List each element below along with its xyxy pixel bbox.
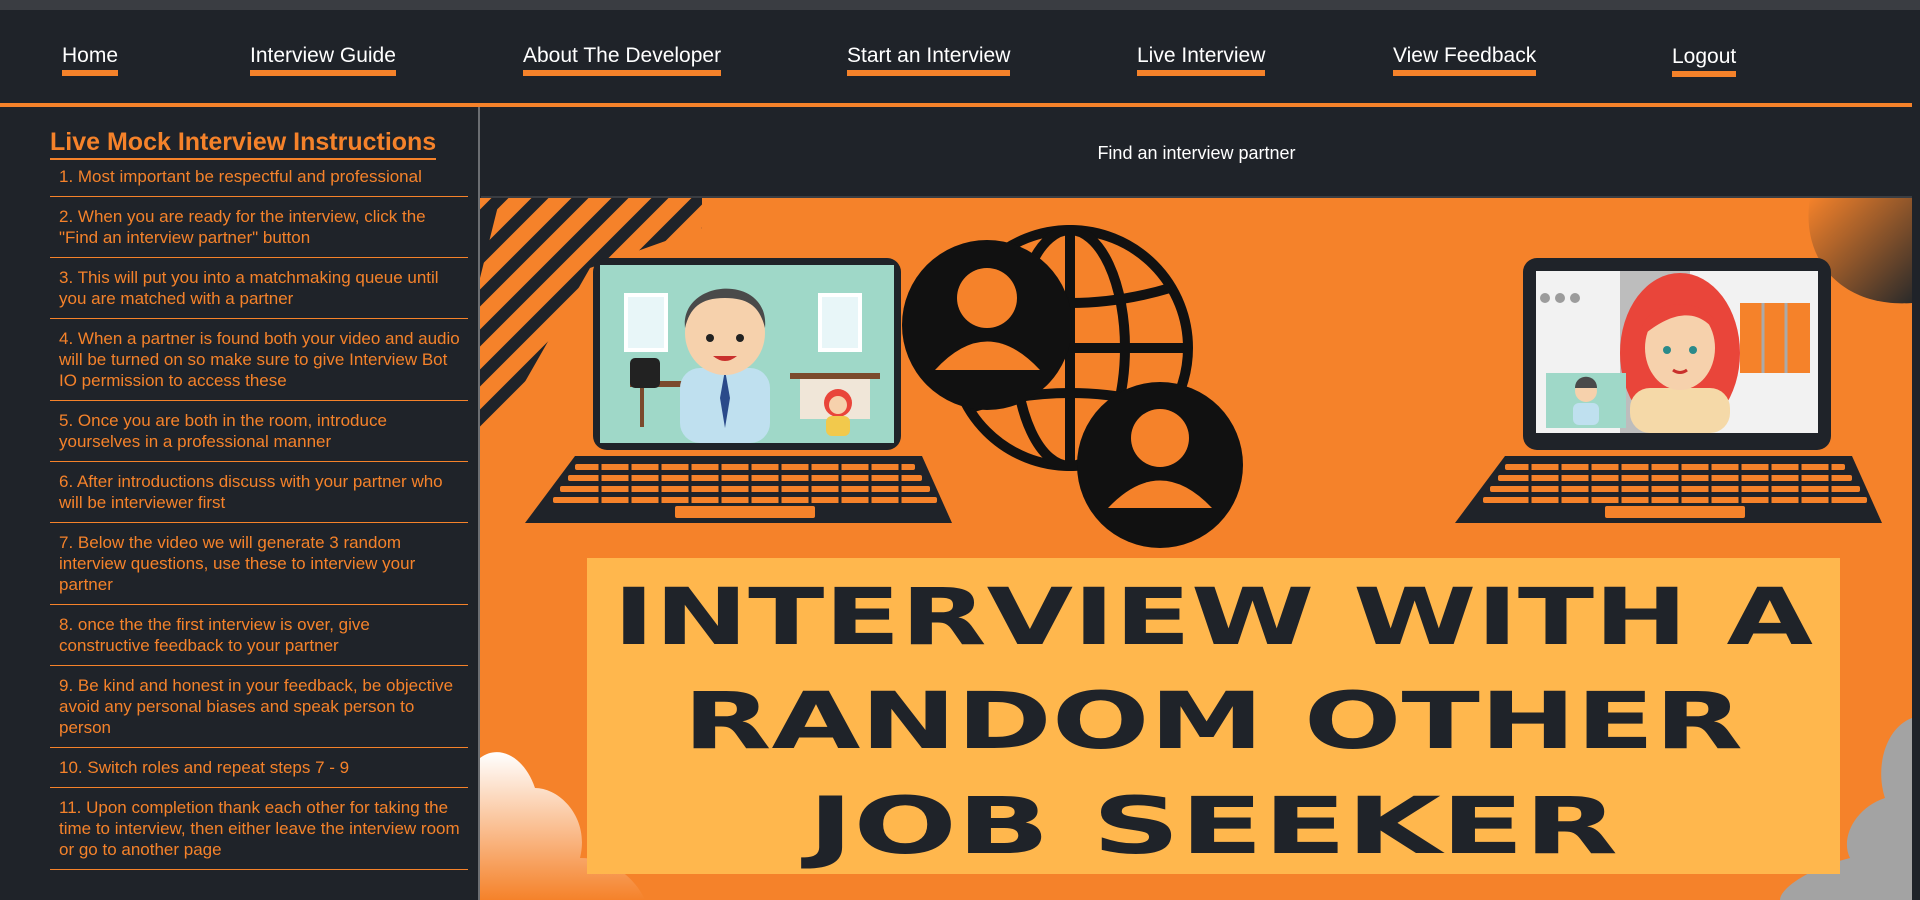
instruction-step: 7. Below the video we will generate 3 ra… <box>50 523 468 605</box>
instruction-step: 4. When a partner is found both your vid… <box>50 319 468 401</box>
nav-logout-link[interactable]: Logout <box>1672 45 1737 77</box>
find-partner-button[interactable]: Find an interview partner <box>481 110 1912 196</box>
nav-start-interview-link[interactable]: Start an Interview <box>847 44 1011 76</box>
right-edge <box>1912 10 1920 900</box>
instruction-step: 10. Switch roles and repeat steps 7 - 9 <box>50 748 468 788</box>
instruction-step: 11. Upon completion thank each other for… <box>50 788 468 870</box>
nav-interview-guide-link[interactable]: Interview Guide <box>250 44 396 76</box>
instruction-step: 5. Once you are both in the room, introd… <box>50 401 468 462</box>
instructions-title: Live Mock Interview Instructions <box>50 127 437 160</box>
instruction-step: 3. This will put you into a matchmaking … <box>50 258 468 319</box>
headline-line-3: JOB SEEKER <box>800 782 1618 872</box>
instruction-step: 6. After introductions discuss with your… <box>50 462 468 523</box>
instruction-step: 1. Most important be respectful and prof… <box>50 160 468 197</box>
nav-live-interview-link[interactable]: Live Interview <box>1137 44 1266 76</box>
instruction-step: 9. Be kind and honest in your feedback, … <box>50 666 468 748</box>
nav-view-feedback-link[interactable]: View Feedback <box>1393 44 1537 76</box>
window-top-strip <box>0 0 1920 10</box>
hero-banner-image: INTERVIEW WITH A RANDOM OTHER JOB SEEKER <box>480 198 1912 900</box>
headline-line-2: RANDOM OTHER <box>683 677 1743 767</box>
instructions-sidebar: Live Mock Interview Instructions 1. Most… <box>0 107 478 900</box>
nav-home-link[interactable]: Home <box>62 44 119 76</box>
instruction-step: 8. once the the first interview is over,… <box>50 605 468 666</box>
nav-about-developer-link[interactable]: About The Developer <box>523 44 722 76</box>
headline-line-1: INTERVIEW WITH A <box>613 573 1813 663</box>
instruction-step: 2. When you are ready for the interview,… <box>50 197 468 258</box>
instructions-list: 1. Most important be respectful and prof… <box>50 160 468 870</box>
top-navbar: Home Interview Guide About The Developer… <box>0 10 1920 107</box>
main-header: Find an interview partner <box>481 110 1912 198</box>
